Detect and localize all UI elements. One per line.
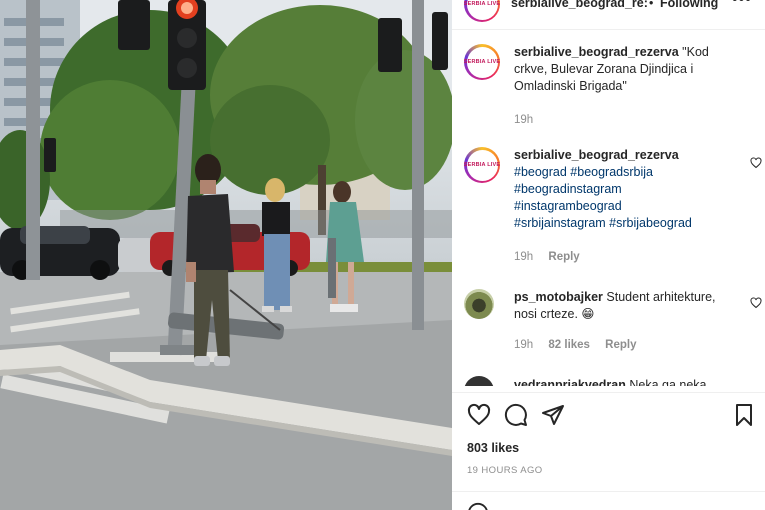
- reply-button[interactable]: Reply: [548, 251, 579, 263]
- comment-item: SERBIA LIVE serbialive_beograd_rezerva #…: [464, 147, 762, 267]
- comment-time[interactable]: 19h: [514, 251, 533, 263]
- share-icon[interactable]: [541, 403, 565, 427]
- comments-panel: SERBIA LIVE serbialive_beograd_re: • Fol…: [452, 0, 765, 510]
- post-header: SERBIA LIVE serbialive_beograd_re: • Fol…: [452, 0, 765, 30]
- comment-body: ps_motobajker Student arhitekture, nosi …: [514, 289, 729, 323]
- comment-username[interactable]: serbialive_beograd_rezerva: [514, 148, 679, 162]
- add-comment-bar: [452, 491, 765, 510]
- more-options-icon[interactable]: •••: [732, 0, 752, 9]
- author-avatar[interactable]: SERBIA LIVE: [464, 0, 500, 22]
- avatar-logo-text: SERBIA LIVE: [463, 59, 501, 65]
- street-scene-image: [0, 0, 452, 510]
- like-comment-heart-icon[interactable]: [750, 297, 762, 309]
- post-photo[interactable]: [0, 0, 452, 510]
- caption-username[interactable]: serbialive_beograd_rezerva: [514, 45, 679, 59]
- caption-avatar[interactable]: SERBIA LIVE: [464, 44, 500, 80]
- commenter-avatar[interactable]: [464, 376, 494, 386]
- post-caption: SERBIA LIVE serbialive_beograd_rezerva "…: [464, 44, 754, 134]
- emoji-icon[interactable]: [467, 502, 489, 510]
- likes-count[interactable]: 803 likes: [467, 441, 519, 455]
- comment-text: Neka ga neka: [629, 378, 707, 386]
- comment-meta: 19h 82 likes Reply: [514, 339, 649, 351]
- comment-body: serbialive_beograd_rezerva #beograd #beo…: [514, 147, 729, 232]
- comment-time[interactable]: 19h: [514, 339, 533, 351]
- comment-item: ps_motobajker Student arhitekture, nosi …: [464, 289, 762, 359]
- avatar-logo-text: SERBIA LIVE: [463, 162, 501, 168]
- comment-preview: vedranpriakvedran Neka ga neka: [514, 377, 706, 386]
- following-button[interactable]: Following: [660, 0, 718, 10]
- reply-button[interactable]: Reply: [605, 339, 636, 351]
- comment-username[interactable]: vedranpriakvedran: [514, 378, 626, 386]
- bookmark-icon[interactable]: [732, 403, 756, 427]
- instagram-post-view: SERBIA LIVE serbialive_beograd_re: • Fol…: [0, 0, 765, 510]
- caption-time[interactable]: 19h: [514, 114, 533, 126]
- comment-icon[interactable]: [504, 403, 528, 427]
- header-separator: •: [649, 0, 654, 10]
- comment-likes[interactable]: 82 likes: [548, 339, 590, 351]
- caption-meta: 19h: [514, 114, 545, 126]
- like-comment-heart-icon[interactable]: [750, 157, 762, 169]
- comment-avatar[interactable]: SERBIA LIVE: [464, 147, 500, 183]
- comment-username[interactable]: ps_motobajker: [514, 290, 603, 304]
- post-time-ago[interactable]: 19 HOURS AGO: [467, 465, 543, 476]
- avatar-logo-text: SERBIA LIVE: [463, 1, 501, 7]
- comment-meta: 19h Reply: [514, 251, 592, 263]
- heart-icon[interactable]: [467, 403, 491, 427]
- hashtag-link[interactable]: #instagrambeograd: [514, 198, 729, 215]
- hashtag-link[interactable]: #srbijainstagram #srbijabeograd: [514, 215, 729, 232]
- post-actions: 803 likes 19 HOURS AGO: [452, 392, 765, 510]
- commenter-avatar[interactable]: [464, 289, 494, 319]
- hashtag-link[interactable]: #beograd #beogradsrbija: [514, 164, 729, 181]
- hashtag-link[interactable]: #beogradinstagram: [514, 181, 729, 198]
- author-username[interactable]: serbialive_beograd_re:: [511, 0, 648, 10]
- caption-body: serbialive_beograd_rezerva "Kod crkve, B…: [514, 44, 729, 95]
